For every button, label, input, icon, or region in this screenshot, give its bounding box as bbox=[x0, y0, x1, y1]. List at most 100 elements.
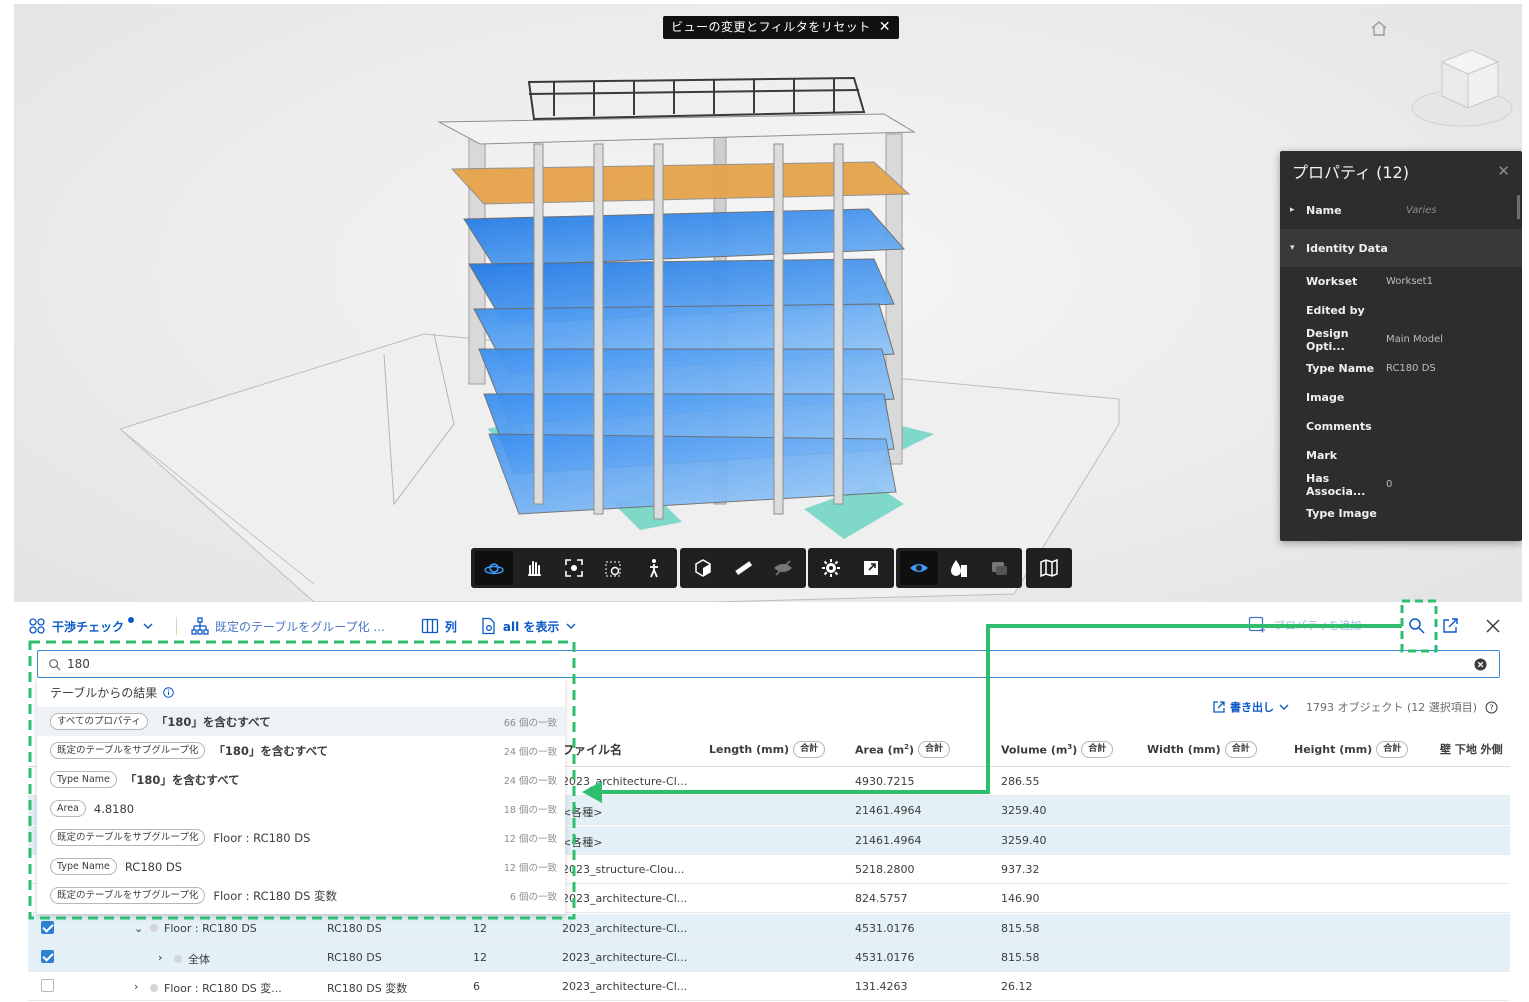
properties-scrollbar[interactable] bbox=[1517, 195, 1520, 219]
close-icon[interactable] bbox=[1483, 616, 1503, 636]
add-property-label: プロパティを追加 bbox=[1274, 619, 1362, 632]
fit-button[interactable] bbox=[555, 551, 593, 585]
search-icon[interactable] bbox=[1407, 616, 1427, 636]
properties-panel[interactable]: プロパティ (12) ✕ ▸ Name Varies ▾ Identity Data Wo… bbox=[1280, 151, 1522, 541]
close-icon[interactable]: ✕ bbox=[879, 16, 891, 39]
fullscreen-button[interactable] bbox=[852, 551, 890, 585]
row-name: Floor : RC180 DS bbox=[150, 922, 257, 935]
help-icon[interactable]: ? bbox=[1485, 701, 1498, 714]
zoom-window-button[interactable] bbox=[595, 551, 633, 585]
property-row[interactable]: ▸ Name Varies bbox=[1280, 191, 1522, 229]
sum-pill[interactable]: 合計 bbox=[1376, 741, 1409, 758]
caret-down-icon[interactable]: ▾ bbox=[1290, 243, 1300, 253]
suggestion-item[interactable]: 既定のテーブルをサブグループ化 「180」を含むすべて 24 個の一致 bbox=[37, 736, 565, 765]
row-checkbox[interactable] bbox=[41, 979, 54, 993]
clash-check-button[interactable]: 干渉チェック bbox=[28, 617, 154, 635]
property-row[interactable]: Edited by bbox=[1280, 296, 1522, 325]
object-count: 1793 オブジェクト (12 選択項目) bbox=[1306, 701, 1478, 714]
column-volume-label: Volume (m3) bbox=[1001, 743, 1077, 757]
suggestion-item[interactable]: Area 4.8180 18 個の一致 bbox=[37, 794, 565, 823]
property-row[interactable]: Type Name RC180 DS bbox=[1280, 354, 1522, 383]
row-type: RC180 DS bbox=[327, 950, 382, 964]
properties-header: プロパティ (12) ✕ bbox=[1280, 151, 1522, 191]
walk-button[interactable] bbox=[635, 551, 673, 585]
model-viewport[interactable]: ビューの変更とフィルタをリセット ✕ プロパティ (12) ✕ ▸ Name Var… bbox=[14, 4, 1522, 602]
settings-button[interactable] bbox=[812, 551, 850, 585]
row-name: Floor : RC180 DS 変... bbox=[150, 980, 282, 996]
suggestion-item[interactable]: Type Name 「180」を含むすべて 24 個の一致 bbox=[37, 765, 565, 794]
orbit-button[interactable] bbox=[475, 551, 513, 585]
row-area: 21461.4964 bbox=[855, 833, 922, 847]
hide-button[interactable] bbox=[764, 551, 802, 585]
column-volume-text: Volume (m bbox=[1001, 743, 1068, 757]
map-button[interactable] bbox=[1030, 551, 1068, 585]
status-dot bbox=[128, 617, 135, 623]
property-key: Design Opti... bbox=[1306, 326, 1349, 353]
show-all-button[interactable]: all を表示 bbox=[479, 617, 578, 635]
property-row[interactable]: Type Image bbox=[1280, 499, 1522, 528]
row-checkbox[interactable] bbox=[41, 949, 54, 963]
property-row[interactable]: Workset Workset1 bbox=[1280, 267, 1522, 296]
columns-icon bbox=[421, 618, 438, 634]
row-area: 824.5757 bbox=[855, 892, 908, 906]
row-count: 6 bbox=[473, 980, 480, 994]
table-row[interactable]: › Floor : RC180 DS 変... RC180 DS 変数 6 2023_a… bbox=[28, 972, 1510, 1002]
add-property-button[interactable]: プロパティを追加 bbox=[1248, 616, 1361, 634]
property-row[interactable]: ▾ Identity Data bbox=[1280, 229, 1522, 267]
row-checkbox[interactable] bbox=[41, 920, 54, 934]
column-length[interactable]: Length (mm) 合計 bbox=[709, 741, 826, 758]
sum-pill[interactable]: 合計 bbox=[1081, 741, 1114, 758]
sum-pill[interactable]: 合計 bbox=[793, 741, 826, 758]
suggestion-item[interactable]: 既定のテーブルをサブグループ化 Floor : RC180 DS 12 個の一致 bbox=[37, 823, 565, 852]
property-row[interactable]: Image bbox=[1280, 383, 1522, 412]
layers-button[interactable] bbox=[980, 551, 1018, 585]
suggestion-text: Floor : RC180 DS bbox=[213, 830, 311, 845]
suggestion-item[interactable]: 既定のテーブルをサブグループ化 Floor : RC180 DS 変数 6 個の一致 bbox=[37, 881, 565, 910]
table-row[interactable]: ⌄ Floor : RC180 DS RC180 DS 12 2023_architec… bbox=[28, 913, 1510, 943]
export-button[interactable]: 書き出し bbox=[1212, 699, 1290, 715]
info-icon[interactable] bbox=[163, 687, 175, 698]
expand-icon[interactable]: › bbox=[134, 980, 138, 993]
sum-pill[interactable]: 合計 bbox=[1224, 741, 1257, 758]
pop-out-icon[interactable] bbox=[1440, 616, 1460, 636]
caret-right-icon[interactable]: ▸ bbox=[1290, 205, 1300, 215]
table-row[interactable]: › 全体 RC180 DS 12 2023_architecture-Cl... 4531… bbox=[28, 942, 1510, 972]
column-file-name[interactable]: ファイル名 bbox=[562, 741, 622, 758]
ghost-eye-button[interactable] bbox=[900, 551, 938, 585]
column-width[interactable]: Width (mm) 合計 bbox=[1147, 741, 1257, 758]
property-key: Workset bbox=[1306, 275, 1358, 288]
row-area: 4531.0176 bbox=[855, 921, 915, 935]
hierarchy-icon bbox=[191, 617, 209, 635]
pan-button[interactable] bbox=[515, 551, 553, 585]
search-value: 180 bbox=[67, 657, 90, 671]
reset-view-filter-chip[interactable]: ビューの変更とフィルタをリセット ✕ bbox=[663, 16, 899, 39]
measure-button[interactable] bbox=[724, 551, 762, 585]
close-icon[interactable]: ✕ bbox=[1497, 162, 1510, 180]
map-icon bbox=[1040, 558, 1058, 578]
property-row[interactable]: Mark bbox=[1280, 441, 1522, 470]
clear-icon[interactable] bbox=[1474, 658, 1487, 671]
suggestion-item[interactable]: すべてのプロパティ 「180」を含むすべて 66 個の一致 bbox=[37, 707, 565, 736]
expand-icon[interactable]: › bbox=[158, 951, 162, 964]
column-area[interactable]: Area (m2) 合計 bbox=[855, 741, 951, 758]
column-wall-base-label: 壁 下地 外側 bbox=[1440, 743, 1503, 756]
search-input[interactable]: 180 bbox=[37, 650, 1500, 678]
suggestion-item[interactable]: Type Name RC180 DS 12 個の一致 bbox=[37, 852, 565, 881]
row-volume: 815.58 bbox=[1001, 921, 1040, 935]
water-drop-button[interactable] bbox=[940, 551, 978, 585]
viewcube-icon[interactable] bbox=[1402, 42, 1514, 132]
column-file-name-label: ファイル名 bbox=[562, 743, 623, 757]
column-wall-base[interactable]: 壁 下地 外側 bbox=[1440, 741, 1503, 757]
suggestion-text: Floor : RC180 DS 変数 bbox=[213, 888, 338, 903]
expand-icon[interactable]: ⌄ bbox=[134, 922, 143, 935]
property-row[interactable]: Comments bbox=[1280, 412, 1522, 441]
column-volume[interactable]: Volume (m3) 合計 bbox=[1001, 741, 1114, 758]
group-table-button[interactable]: 既定のテーブルをグループ化 ... bbox=[191, 617, 385, 635]
columns-button[interactable]: 列 bbox=[421, 617, 457, 635]
sum-pill[interactable]: 合計 bbox=[918, 741, 951, 758]
property-row[interactable]: Has Associa... 0 bbox=[1280, 470, 1522, 499]
property-row[interactable]: Design Opti... Main Model bbox=[1280, 325, 1522, 354]
section-box-button[interactable] bbox=[684, 551, 722, 585]
home-icon[interactable] bbox=[1370, 20, 1388, 36]
column-height[interactable]: Height (mm) 合計 bbox=[1294, 741, 1409, 758]
